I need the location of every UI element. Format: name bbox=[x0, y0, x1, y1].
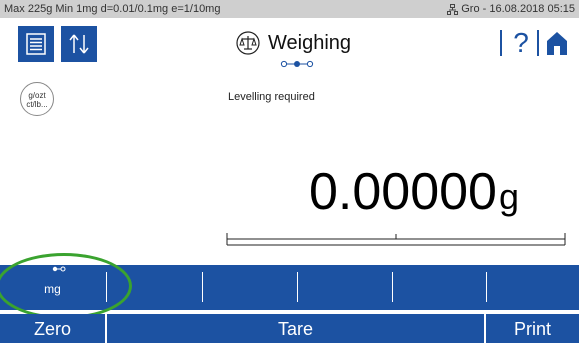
capacity-bar bbox=[226, 233, 566, 246]
zero-button[interactable]: Zero bbox=[0, 314, 105, 343]
page-title: Weighing bbox=[236, 30, 351, 56]
tare-button[interactable]: Tare bbox=[107, 314, 484, 343]
action-bar: Zero Tare Print bbox=[0, 314, 579, 343]
status-bar: Max 225g Min 1mg d=0.01/0.1mg e=1/10mg G… bbox=[0, 0, 579, 18]
highlight-circle bbox=[0, 253, 132, 319]
print-button[interactable]: Print bbox=[486, 314, 579, 343]
function-key-empty[interactable] bbox=[393, 265, 486, 310]
page-title-text: Weighing bbox=[268, 31, 352, 54]
levelling-status-text: Levelling required bbox=[228, 91, 315, 103]
list-menu-icon bbox=[26, 33, 46, 55]
balance-spec-text: Max 225g Min 1mg d=0.01/0.1mg e=1/10mg bbox=[4, 3, 221, 15]
home-icon[interactable] bbox=[545, 30, 569, 56]
menu-button[interactable] bbox=[18, 26, 54, 62]
network-icon bbox=[447, 3, 459, 15]
user-date-text: Gro - 16.08.2018 05:15 bbox=[461, 3, 575, 15]
header-separator bbox=[500, 30, 502, 56]
unit-switch-label: g/ozt ct/lb... bbox=[26, 91, 48, 109]
weight-display: 0.00000g bbox=[309, 162, 519, 222]
help-button[interactable]: ? bbox=[509, 28, 533, 58]
unit-switch-button[interactable]: g/ozt ct/lb... bbox=[20, 82, 54, 116]
weight-unit: g bbox=[498, 176, 519, 217]
function-key-empty[interactable] bbox=[298, 265, 392, 310]
balance-scale-icon bbox=[236, 31, 260, 55]
status-right: Gro - 16.08.2018 05:15 bbox=[447, 0, 575, 18]
up-down-arrows-icon bbox=[69, 34, 89, 54]
function-key-empty[interactable] bbox=[203, 265, 297, 310]
sort-button[interactable] bbox=[61, 26, 97, 62]
page-indicator bbox=[280, 60, 314, 68]
weight-value: 0.00000 bbox=[309, 163, 497, 221]
function-key-empty[interactable] bbox=[487, 265, 579, 310]
header: Weighing ? bbox=[0, 18, 579, 68]
header-separator bbox=[537, 30, 539, 56]
